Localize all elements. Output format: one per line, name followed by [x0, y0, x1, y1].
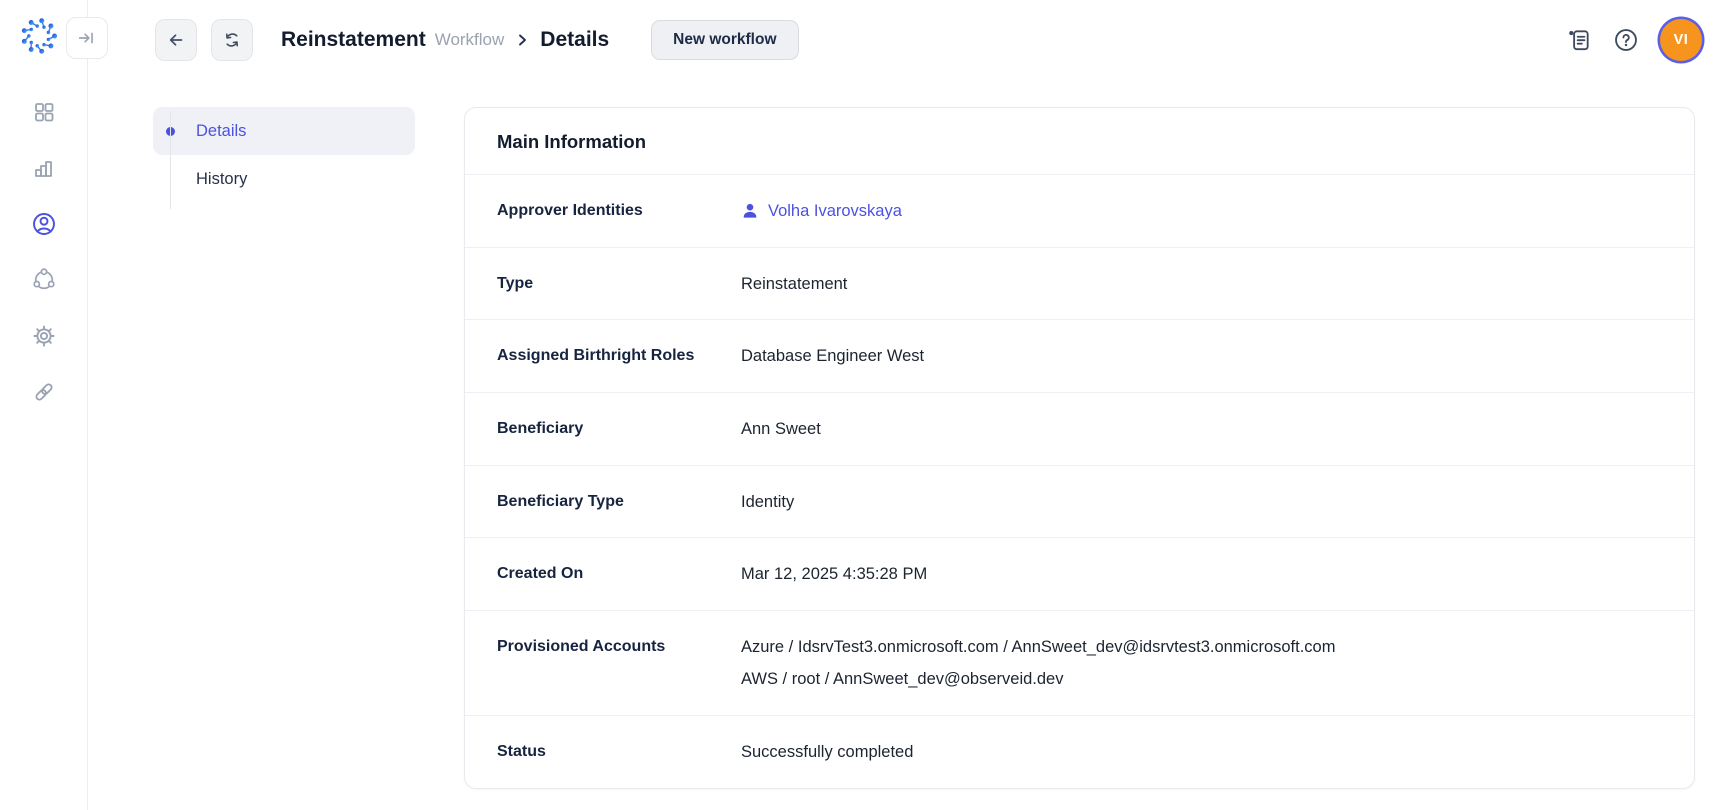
subnav-item-history[interactable]: History — [153, 155, 415, 203]
collapse-sidebar-icon — [76, 27, 98, 49]
release-notes-icon — [1569, 30, 1589, 51]
row-value: Database Engineer West — [741, 347, 925, 366]
bar-chart-icon — [32, 156, 56, 180]
sidebar-nav — [0, 90, 88, 414]
row-value: Reinstatement — [741, 274, 848, 293]
row-label: Beneficiary — [497, 419, 584, 437]
breadcrumb: Reinstatement Workflow Details — [281, 28, 609, 52]
sidebar-item-analytics[interactable] — [22, 146, 66, 190]
row-provisioned-accounts: Provisioned Accounts Azure / IdsrvTest3.… — [465, 609, 1694, 715]
row-label: Status — [497, 743, 546, 760]
row-value: Identity — [741, 492, 795, 511]
subnav-item-label: History — [196, 169, 248, 188]
gear-icon — [32, 324, 56, 348]
sidebar-item-dashboard[interactable] — [22, 90, 66, 134]
user-avatar[interactable]: VI — [1660, 19, 1702, 61]
breadcrumb-title: Reinstatement — [281, 28, 426, 51]
row-beneficiary: Beneficiary Ann Sweet — [465, 391, 1694, 465]
app-logo — [17, 14, 61, 58]
approver-identity-name: Volha Ivarovskaya — [768, 202, 902, 220]
row-label: Provisioned Accounts — [497, 637, 666, 655]
status-value: Successfully completed — [741, 743, 914, 761]
logo-swirl-icon — [21, 18, 58, 54]
back-button[interactable] — [155, 19, 197, 61]
help-button[interactable] — [1613, 27, 1639, 53]
release-notes-button[interactable] — [1566, 27, 1592, 53]
nodes-ring-icon — [32, 268, 56, 292]
row-value: Mar 12, 2025 4:35:28 PM — [741, 565, 928, 584]
subnav-item-details[interactable]: Details — [153, 107, 415, 155]
chevron-right-icon — [514, 32, 530, 48]
link-icon — [32, 380, 56, 404]
row-status: Status Successfully completed — [465, 715, 1694, 788]
user-icon — [741, 202, 759, 220]
details-subnav: Details History — [153, 107, 415, 209]
back-icon — [165, 29, 187, 51]
main-information-card: Main Information Approver Identities Vol… — [464, 107, 1695, 789]
subnav-rail — [170, 111, 171, 209]
row-label: Type — [497, 274, 534, 292]
row-assigned-birthright-roles: Assigned Birthright Roles Database Engin… — [465, 319, 1694, 392]
sidebar — [0, 0, 88, 810]
sidebar-item-integrations[interactable] — [22, 258, 66, 302]
row-label: Assigned Birthright Roles — [497, 347, 695, 365]
sidebar-item-settings[interactable] — [22, 314, 66, 358]
row-value: Ann Sweet — [741, 419, 821, 438]
refresh-icon — [222, 30, 242, 50]
row-approver-identities: Approver Identities Volha Ivarovskaya — [465, 174, 1694, 247]
approver-identity-link[interactable]: Volha Ivarovskaya — [741, 201, 902, 222]
new-workflow-button[interactable]: New workflow — [651, 20, 799, 60]
breadcrumb-current: Details — [540, 28, 610, 51]
row-label: Created On — [497, 565, 584, 583]
help-icon — [1615, 29, 1637, 51]
subnav-item-label: Details — [196, 121, 247, 140]
row-label: Beneficiary Type — [497, 492, 624, 510]
dashboard-icon — [32, 100, 56, 124]
breadcrumb-context: Workflow — [434, 30, 505, 49]
provisioned-account-aws: AWS / root / AnnSweet_dev@observeid.dev — [741, 670, 1064, 689]
row-beneficiary-type: Beneficiary Type Identity — [465, 464, 1694, 538]
row-created-on: Created On Mar 12, 2025 4:35:28 PM — [465, 537, 1694, 610]
app-window: Reinstatement Workflow Details New workf… — [0, 0, 1720, 810]
refresh-button[interactable] — [211, 19, 253, 61]
sidebar-item-links[interactable] — [22, 370, 66, 414]
collapse-sidebar-button[interactable] — [66, 17, 108, 59]
top-header: Reinstatement Workflow Details New workf… — [88, 0, 1720, 80]
header-left: Reinstatement Workflow Details New workf… — [155, 0, 799, 80]
row-label: Approver Identities — [497, 202, 643, 219]
provisioned-account-azure: Azure / IdsrvTest3.onmicrosoft.com / Ann… — [741, 637, 1336, 656]
row-type: Type Reinstatement — [465, 246, 1694, 320]
header-right: VI — [1566, 0, 1702, 80]
sidebar-item-identities[interactable] — [22, 202, 66, 246]
user-circle-icon — [31, 211, 57, 237]
card-title: Main Information — [497, 131, 647, 152]
